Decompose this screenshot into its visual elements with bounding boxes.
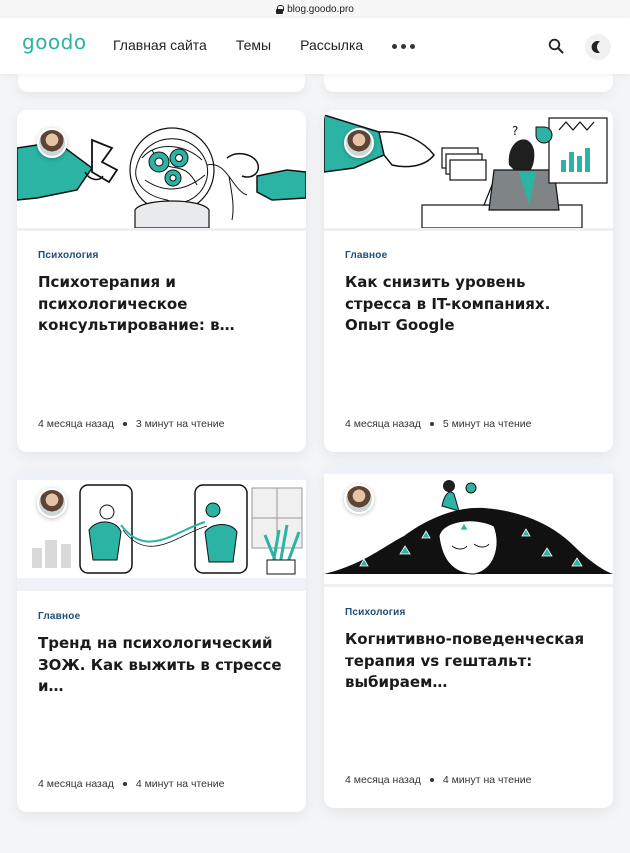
previous-card-bottom — [324, 74, 613, 92]
post-title[interactable]: Когнитивно-поведенческая терапия vs гешт… — [345, 629, 595, 694]
post-read-time: 4 минут на чтение — [442, 774, 532, 786]
post-illustration: ? — [324, 110, 613, 228]
post-illustration — [17, 470, 306, 588]
svg-text:?: ? — [512, 124, 518, 138]
post-meta: 4 месяца назад 4 минут на чтение — [345, 774, 532, 786]
nav-item-newsletter[interactable]: Рассылка — [300, 37, 363, 53]
post-illustration — [17, 110, 306, 228]
post-card[interactable]: Психология Психотерапия и психологическо… — [17, 110, 306, 452]
post-read-time: 3 минут на чтение — [135, 418, 225, 430]
author-avatar[interactable] — [344, 484, 374, 514]
search-icon[interactable] — [548, 38, 564, 54]
post-tag[interactable]: Психология — [38, 250, 99, 261]
author-avatar[interactable] — [37, 488, 67, 518]
lock-icon — [276, 5, 285, 14]
author-avatar[interactable] — [37, 128, 67, 158]
browser-url-bar[interactable]: blog.goodo.pro — [0, 0, 630, 18]
post-tag[interactable]: Главное — [345, 250, 387, 261]
post-date: 4 месяца назад — [345, 774, 421, 786]
post-read-time: 4 минут на чтение — [135, 778, 225, 790]
previous-card-bottom — [18, 74, 305, 92]
post-title[interactable]: Как снизить уровень стресса в IT-компани… — [345, 272, 595, 337]
main-nav: Главная сайта Темы Рассылка — [113, 37, 363, 53]
post-date: 4 месяца назад — [38, 778, 114, 790]
post-title[interactable]: Тренд на психологический ЗОЖ. Как выжить… — [38, 633, 288, 698]
site-header: goodo Главная сайта Темы Рассылка — [0, 18, 630, 74]
post-tag[interactable]: Главное — [38, 611, 80, 622]
post-read-time: 5 минут на чтение — [442, 418, 532, 430]
post-date: 4 месяца назад — [38, 418, 114, 430]
post-card[interactable]: Главное Тренд на психологический ЗОЖ. Ка… — [17, 470, 306, 812]
post-illustration — [324, 466, 613, 584]
author-avatar[interactable] — [344, 128, 374, 158]
nav-item-home[interactable]: Главная сайта — [113, 37, 207, 53]
url-text: blog.goodo.pro — [287, 3, 354, 15]
post-card[interactable]: ? Главное Как снизить уровень стресса в … — [324, 110, 613, 452]
site-logo[interactable]: goodo — [22, 30, 87, 54]
more-dots-icon[interactable] — [392, 44, 415, 49]
post-date: 4 месяца назад — [345, 418, 421, 430]
post-meta: 4 месяца назад 4 минут на чтение — [38, 778, 225, 790]
post-meta: 4 месяца назад 3 минут на чтение — [38, 418, 225, 430]
post-meta: 4 месяца назад 5 минут на чтение — [345, 418, 532, 430]
post-card[interactable]: Психология Когнитивно-поведенческая тера… — [324, 466, 613, 808]
post-title[interactable]: Психотерапия и психологическое консульти… — [38, 272, 288, 337]
nav-item-topics[interactable]: Темы — [236, 37, 271, 53]
post-tag[interactable]: Психология — [345, 607, 406, 618]
theme-toggle-button[interactable] — [585, 34, 611, 60]
moon-icon — [591, 41, 600, 53]
